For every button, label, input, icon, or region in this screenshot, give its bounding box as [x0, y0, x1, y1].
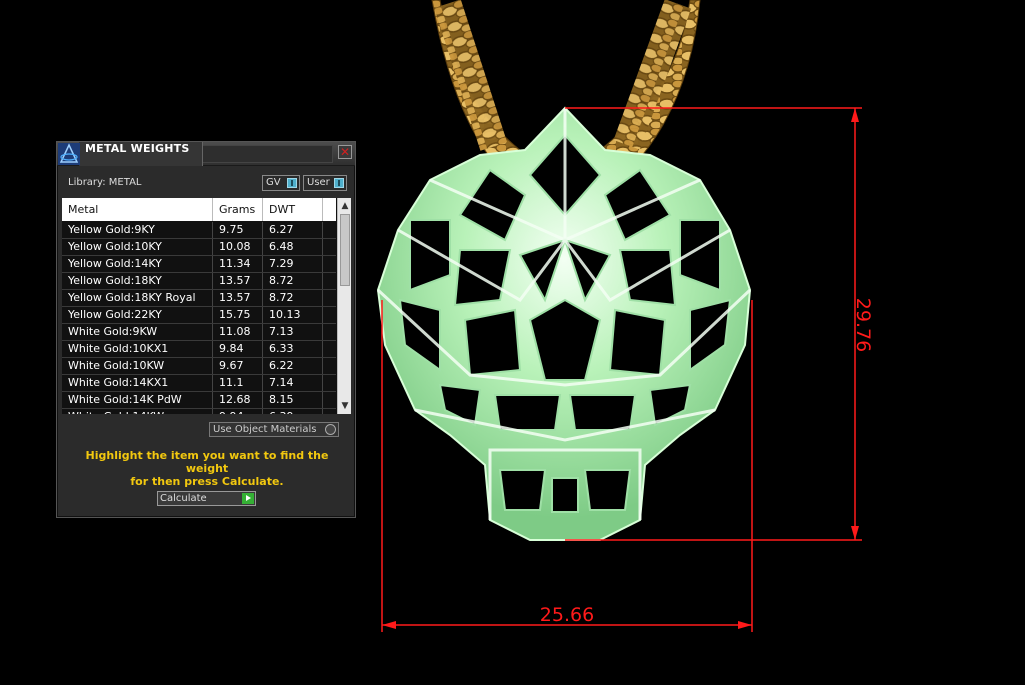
- cell-dwt: 7.29: [263, 256, 323, 272]
- table-row[interactable]: Yellow Gold:22KY 15.75 10.13: [62, 307, 336, 324]
- cell-grams: 15.75: [213, 307, 263, 323]
- table-row[interactable]: Yellow Gold:9KY 9.75 6.27: [62, 222, 336, 239]
- table-header: Metal Grams DWT: [62, 198, 336, 221]
- cell-spacer: [323, 392, 336, 408]
- cell-grams: 11.1: [213, 375, 263, 391]
- cell-grams: 12.68: [213, 392, 263, 408]
- cell-grams: 13.57: [213, 273, 263, 289]
- table-row[interactable]: White Gold:10KW 9.67 6.22: [62, 358, 336, 375]
- cell-spacer: [323, 324, 336, 340]
- close-button[interactable]: ✕: [338, 145, 352, 159]
- cell-grams: 11.34: [213, 256, 263, 272]
- scroll-up-icon[interactable]: ▲: [339, 199, 351, 213]
- user-toggle-label: User: [307, 177, 330, 188]
- column-header-grams[interactable]: Grams: [213, 198, 263, 221]
- gv-toggle-label: GV: [266, 177, 281, 188]
- library-label: Library: METAL: [68, 177, 142, 188]
- cell-dwt: 6.22: [263, 358, 323, 374]
- cell-metal: Yellow Gold:14KY: [62, 256, 213, 272]
- cell-spacer: [323, 375, 336, 391]
- table-row[interactable]: White Gold:14KW9.946.39: [62, 409, 336, 414]
- scroll-thumb[interactable]: [340, 214, 350, 286]
- table-row[interactable]: White Gold:9KW 11.08 7.13: [62, 324, 336, 341]
- cell-spacer: [323, 307, 336, 323]
- table-rows: Yellow Gold:9KY 9.75 6.27 Yellow Gold:10KY 1…: [62, 222, 336, 414]
- gv-toggle[interactable]: GV: [262, 175, 300, 191]
- cell-grams: 9.67: [213, 358, 263, 374]
- radio-icon[interactable]: [325, 424, 336, 435]
- metal-weights-panel: METAL WEIGHTS ✕ Library: METAL GV User M…: [56, 141, 356, 518]
- cell-spacer: [323, 409, 336, 414]
- cell-metal: Yellow Gold:22KY: [62, 307, 213, 323]
- pendant-model[interactable]: [376, 106, 752, 541]
- cell-dwt: 8.72: [263, 290, 323, 306]
- panel-title: METAL WEIGHTS: [85, 142, 190, 155]
- cell-dwt: 8.72: [263, 273, 323, 289]
- table-row[interactable]: Yellow Gold:18KY Royal 13.57 8.72: [62, 290, 336, 307]
- table-row[interactable]: White Gold:14KX1 11.1 7.14: [62, 375, 336, 392]
- cell-metal: Yellow Gold:10KY: [62, 239, 213, 255]
- cell-dwt: 10.13: [263, 307, 323, 323]
- calculate-label: Calculate: [160, 493, 207, 504]
- cell-spacer: [323, 222, 336, 238]
- column-header-dwt[interactable]: DWT: [263, 198, 323, 221]
- table-row[interactable]: White Gold:10KX1 9.84 6.33: [62, 341, 336, 358]
- cell-spacer: [323, 273, 336, 289]
- cell-grams: 13.57: [213, 290, 263, 306]
- column-header-spacer: [323, 198, 336, 221]
- table-row[interactable]: Yellow Gold:18KY 13.57 8.72: [62, 273, 336, 290]
- cell-dwt: 6.27: [263, 222, 323, 238]
- instructions-line-2: for then press Calculate.: [130, 475, 284, 488]
- scroll-down-icon[interactable]: ▼: [339, 399, 351, 413]
- table-scrollbar[interactable]: ▲ ▼: [337, 198, 351, 414]
- cell-grams: 10.08: [213, 239, 263, 255]
- cell-metal: Yellow Gold:9KY: [62, 222, 213, 238]
- app-logo-icon: [58, 143, 80, 165]
- instructions-line-1: Highlight the item you want to find the …: [85, 449, 329, 475]
- cell-spacer: [323, 290, 336, 306]
- cell-metal: Yellow Gold:18KY Royal: [62, 290, 213, 306]
- panel-title-bar: [203, 145, 333, 163]
- cell-dwt: 6.39: [263, 409, 323, 414]
- cell-metal: White Gold:10KX1: [62, 341, 213, 357]
- width-dimension-label: 25.66: [540, 604, 594, 626]
- table-row[interactable]: Yellow Gold:10KY 10.08 6.48: [62, 239, 336, 256]
- cell-grams: 11.08: [213, 324, 263, 340]
- cell-metal: White Gold:9KW: [62, 324, 213, 340]
- play-icon: [242, 493, 254, 504]
- cell-dwt: 6.48: [263, 239, 323, 255]
- toggle-switch-icon: [334, 178, 344, 188]
- toggle-switch-icon: [287, 178, 297, 188]
- cell-spacer: [323, 341, 336, 357]
- panel-header[interactable]: METAL WEIGHTS ✕: [57, 142, 355, 166]
- use-object-materials-option[interactable]: Use Object Materials: [209, 422, 339, 437]
- user-toggle[interactable]: User: [303, 175, 347, 191]
- cell-dwt: 7.14: [263, 375, 323, 391]
- height-dimension-label: 29.76: [852, 298, 874, 352]
- cell-dwt: 6.33: [263, 341, 323, 357]
- instructions-text: Highlight the item you want to find the …: [67, 449, 347, 488]
- cell-metal: White Gold:14KX1: [62, 375, 213, 391]
- cell-spacer: [323, 358, 336, 374]
- cell-spacer: [323, 256, 336, 272]
- cell-dwt: 8.15: [263, 392, 323, 408]
- cell-metal: White Gold:10KW: [62, 358, 213, 374]
- cell-grams: 9.94: [213, 409, 263, 414]
- cell-spacer: [323, 239, 336, 255]
- calculate-button[interactable]: Calculate: [157, 491, 256, 506]
- table-row[interactable]: White Gold:14K PdW 12.68 8.15: [62, 392, 336, 409]
- metal-table: Metal Grams DWT Yellow Gold:9KY 9.75 6.27 Y…: [62, 198, 351, 414]
- cell-grams: 9.75: [213, 222, 263, 238]
- cell-metal: Yellow Gold:18KY: [62, 273, 213, 289]
- cell-metal: White Gold:14K PdW: [62, 392, 213, 408]
- cell-metal: White Gold:14KW: [62, 409, 213, 414]
- table-row[interactable]: Yellow Gold:14KY 11.34 7.29: [62, 256, 336, 273]
- cell-grams: 9.84: [213, 341, 263, 357]
- cell-dwt: 7.13: [263, 324, 323, 340]
- use-object-materials-label: Use Object Materials: [213, 424, 317, 435]
- column-header-metal[interactable]: Metal: [62, 198, 213, 221]
